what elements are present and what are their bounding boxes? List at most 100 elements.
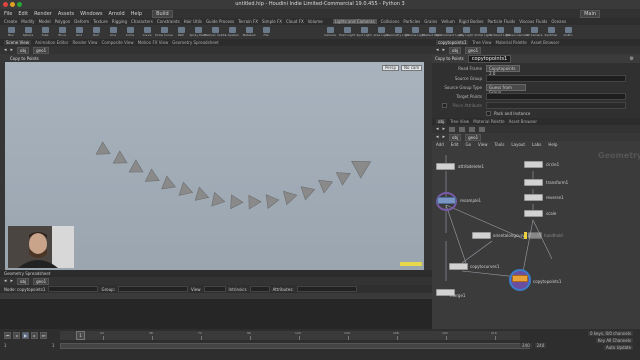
desktop-selector[interactable]: Build — [152, 9, 173, 18]
net-menu-edit[interactable]: Edit — [451, 142, 459, 147]
net-menu-add[interactable]: Add — [436, 142, 444, 147]
node-copytocurves1[interactable] — [449, 263, 468, 270]
tab-motion-fx-view[interactable]: Motion FX View — [138, 40, 169, 45]
shelf-tool-circle[interactable]: Circle — [123, 26, 137, 38]
source-group-field[interactable] — [486, 75, 626, 82]
node-resample1[interactable] — [437, 197, 456, 204]
shelf-tab[interactable]: Characters — [131, 19, 153, 24]
shelf-tool-camera[interactable]: Camera — [323, 26, 337, 38]
node-circle1[interactable] — [524, 161, 543, 168]
shelf-tab[interactable]: Terrain FX — [238, 19, 258, 24]
shelf-tool-env-light[interactable]: Environment Light — [435, 26, 463, 38]
shelf-tab[interactable]: Oceans — [551, 19, 566, 24]
shelf-tool-draw-curve[interactable]: Draw Curve — [155, 26, 173, 38]
shelf-tool-geometry-light[interactable]: Geometry Light — [386, 26, 410, 38]
shelf-tab[interactable]: Rigging — [112, 19, 127, 24]
tab-composite-view[interactable]: Composite View — [102, 40, 134, 45]
back-arrow-icon[interactable]: ◂ — [436, 47, 439, 53]
path-context[interactable]: obj — [17, 277, 30, 285]
shelf-tool-lsystem[interactable]: L-System — [225, 26, 239, 38]
tab-scene-view[interactable]: Scene View — [4, 40, 31, 45]
tab-geometry-spreadsheet-lower[interactable]: Geometry Spreadsheet — [4, 271, 50, 276]
node-handheld[interactable] — [528, 232, 542, 239]
shelf-tool-platonic[interactable]: Platonic Solids — [204, 26, 226, 38]
shelf-tool-metaball[interactable]: Metaball — [242, 26, 256, 38]
shelf-tool-line[interactable]: Line — [106, 26, 120, 38]
node-name-field[interactable]: copytopoints1 — [467, 54, 512, 63]
shelf-tool-file[interactable]: File — [259, 26, 273, 38]
menu-help[interactable]: Help — [131, 11, 142, 17]
shelf-tool-grid[interactable]: Grid — [72, 26, 86, 38]
auto-update-button[interactable]: Auto Update — [604, 345, 634, 350]
node-scale[interactable] — [524, 210, 543, 217]
shelf-tab[interactable]: Model — [39, 19, 51, 24]
shelf-tab[interactable]: Cloud FX — [286, 19, 304, 24]
step-forward-icon[interactable]: ▸ — [31, 332, 38, 339]
skip-end-icon[interactable]: ⏭ — [40, 332, 47, 339]
shelf-tool-sphere[interactable]: Sphere — [21, 26, 35, 38]
shelf-tool-torus[interactable]: Torus — [55, 26, 69, 38]
shelf-tab[interactable]: Guide Process — [206, 19, 234, 24]
spreadsheet-node-field[interactable] — [48, 286, 99, 292]
net-menu-layout[interactable]: Layout — [511, 142, 525, 147]
net-menu-help[interactable]: Help — [548, 142, 557, 147]
view-label[interactable]: View — [191, 287, 201, 292]
shelf-tab[interactable]: Particles — [403, 19, 420, 24]
step-back-icon[interactable]: ◂ — [13, 332, 20, 339]
path-node[interactable]: geo1 — [465, 46, 482, 54]
tab-material-palette[interactable]: Material Palette — [473, 119, 504, 124]
path-context[interactable]: obj — [17, 46, 30, 54]
shelf-tab[interactable]: Deform — [74, 19, 89, 24]
tab-network-obj[interactable]: obj — [436, 119, 447, 124]
menu-file[interactable]: File — [4, 11, 12, 17]
shelf-tool-spray-paint[interactable]: Spray Paint — [189, 26, 207, 38]
skip-start-icon[interactable]: ⏮ — [4, 332, 11, 339]
tab-material-palette[interactable]: Material Palette — [496, 40, 527, 45]
forward-arrow-icon[interactable]: ▸ — [11, 47, 14, 53]
forward-arrow-icon[interactable]: ▸ — [443, 126, 446, 132]
shelf-tool-switcher[interactable]: Switcher — [544, 26, 558, 38]
path-node[interactable]: geo1 — [33, 277, 50, 285]
shelf-tab[interactable]: Simple FX — [262, 19, 282, 24]
tab-render-view[interactable]: Render View — [72, 40, 97, 45]
network-tool-icon[interactable] — [459, 126, 466, 132]
range-end-field[interactable]: 240 — [520, 343, 532, 348]
node-attribdelete1[interactable] — [436, 163, 455, 170]
shelf-tab[interactable]: Modify — [21, 19, 34, 24]
net-menu-tools[interactable]: Tools — [495, 142, 505, 147]
shelf-tab[interactable]: Constraints — [157, 19, 180, 24]
network-editor[interactable]: Add Edit Go View Tools Layout Labs Help … — [432, 141, 640, 329]
path-node[interactable]: geo1 — [465, 133, 482, 141]
shelf-tool-null[interactable]: Null — [89, 26, 103, 38]
shelf-tool-tube[interactable]: Tube — [38, 26, 52, 38]
forward-arrow-icon[interactable]: ▸ — [443, 134, 446, 140]
viewport-right-toolbar[interactable] — [424, 62, 432, 270]
tab-animation-editor[interactable]: Animation Editor — [35, 40, 69, 45]
intrinsics-label[interactable]: Intrinsics — [229, 287, 247, 292]
current-frame-marker[interactable]: 1 — [76, 331, 85, 340]
piece-attribute-field[interactable] — [486, 102, 626, 109]
shelf-tool-sky-light[interactable]: Sky Light — [459, 26, 473, 38]
play-icon[interactable]: ▶ — [22, 332, 29, 339]
shelf-tool-curve[interactable]: Curve — [140, 26, 154, 38]
menu-assets[interactable]: Assets — [58, 11, 74, 17]
net-menu-view[interactable]: View — [478, 142, 488, 147]
shelf-tool-point-light[interactable]: Point Light — [339, 26, 355, 38]
shelf-tab[interactable]: Collisions — [381, 19, 400, 24]
shelf-tool-gopro[interactable]: GoPro — [561, 26, 575, 38]
node-copytopoints1[interactable] — [512, 275, 528, 282]
view-dropdown[interactable] — [203, 286, 226, 292]
menu-edit[interactable]: Edit — [18, 11, 28, 17]
shelf-tab[interactable]: Rigid Bodies — [459, 19, 484, 24]
path-node[interactable]: geo1 — [33, 46, 50, 54]
shelf-tool-vr-camera[interactable]: VR Camera — [526, 26, 542, 38]
shelf-tab[interactable]: Create — [4, 19, 17, 24]
intrinsics-dropdown[interactable] — [249, 286, 270, 292]
attributes-field[interactable] — [296, 286, 357, 292]
source-group-type-dropdown[interactable]: Guess from Group — [486, 84, 526, 95]
back-arrow-icon[interactable]: ◂ — [436, 126, 439, 132]
tab-asset-browser[interactable]: Asset Browser — [509, 119, 537, 124]
minimize-window-button[interactable] — [10, 2, 15, 7]
tab-param-node[interactable]: copytopoints1 — [436, 40, 469, 45]
forward-arrow-icon[interactable]: ▸ — [443, 47, 446, 53]
